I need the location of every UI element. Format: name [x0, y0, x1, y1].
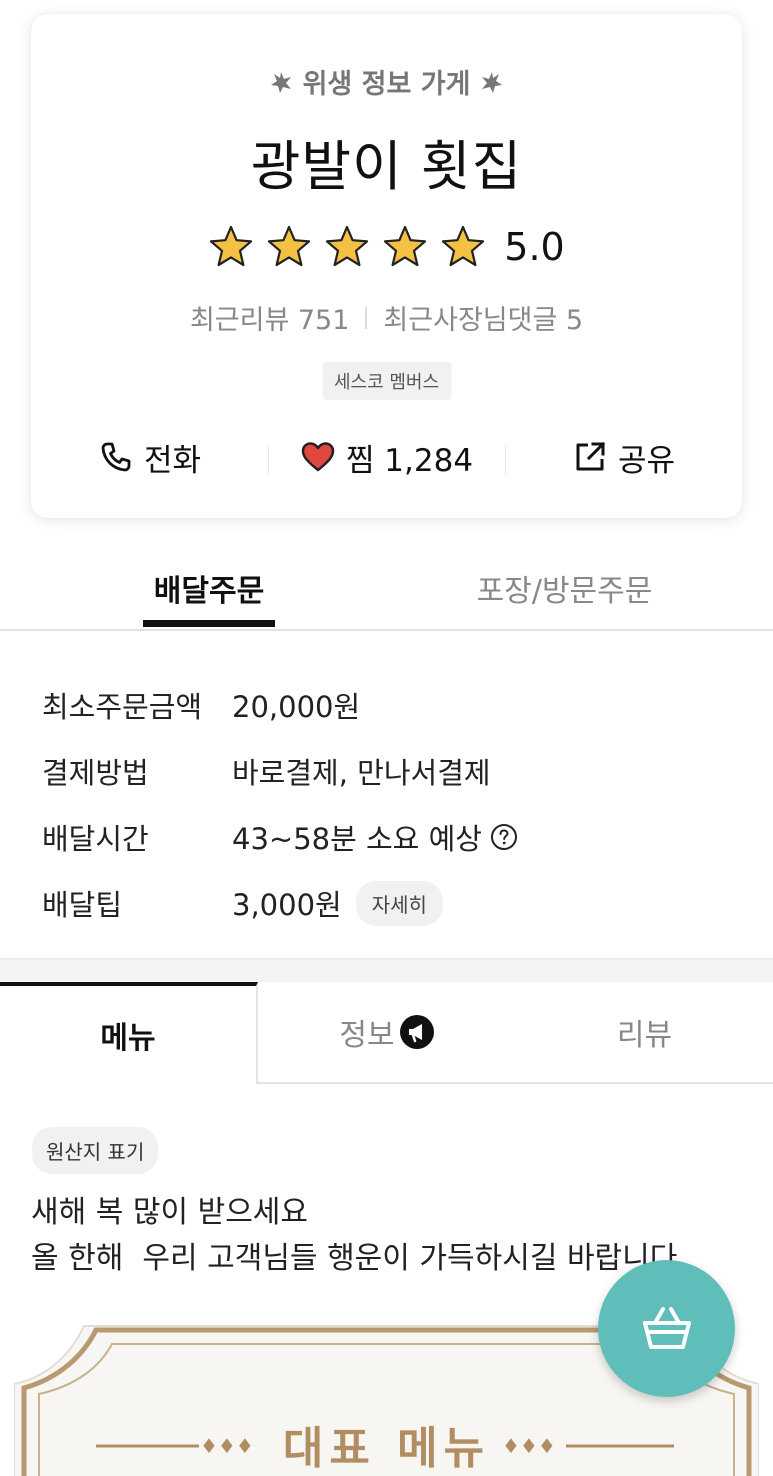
phone-icon	[101, 442, 131, 472]
delivery-time-row: 배달시간 43~58분 소요 예상	[42, 804, 742, 870]
order-type-tabs: 배달주문 포장/방문주문	[0, 548, 773, 631]
hygiene-label-text: 위생 정보 가게	[302, 69, 471, 100]
heart-icon	[301, 442, 335, 472]
share-button[interactable]: 공유	[505, 435, 742, 480]
call-button[interactable]: 전화	[31, 435, 268, 480]
info-value: 3,000원	[232, 888, 342, 922]
payment-method-row: 결제방법 바로결제, 만나서결제	[42, 738, 742, 804]
basket-icon	[642, 1306, 691, 1349]
rating-stars	[208, 224, 486, 270]
content-tabs: 메뉴 정보 리뷰	[0, 982, 773, 1084]
review-stats[interactable]: 최근리뷰 751 최근사장님댓글 5	[31, 298, 742, 337]
like-count: 찜 1,284	[345, 442, 474, 479]
share-label: 공유	[617, 442, 676, 479]
sesco-members-badge: 세스코 멤버스	[321, 362, 452, 400]
representative-menu-title: 대표 메뉴	[282, 1423, 491, 1474]
store-notice: 새해 복 많이 받으세요 올 한해 우리 고객님들 행운이 가득하시길 바랍니다	[31, 1190, 731, 1282]
info-value: 20,000원	[232, 690, 361, 724]
tab-menu[interactable]: 메뉴	[0, 982, 258, 1084]
megaphone-icon	[399, 1015, 434, 1049]
star-icon	[384, 225, 427, 267]
tab-review[interactable]: 리뷰	[516, 982, 773, 1084]
delivery-info-list: 최소주문금액 20,000원 결제방법 바로결제, 만나서결제 배달시간 43~…	[42, 672, 742, 936]
tab-review-label: 리뷰	[616, 1018, 673, 1053]
tab-pickup-order[interactable]: 포장/방문주문	[462, 566, 667, 610]
cart-button[interactable]	[598, 1260, 735, 1397]
help-circle-icon[interactable]	[490, 823, 518, 851]
owner-replies-count: 최근사장님댓글 5	[383, 305, 584, 336]
like-button[interactable]: 찜 1,284	[268, 435, 505, 480]
rating-row: 5.0	[31, 224, 742, 270]
star-icon	[442, 225, 485, 267]
leaf-left-icon	[270, 71, 291, 93]
store-card: 위생 정보 가게 광발이 횟집 5.0 최근리뷰 751 최근사장님댓글 5 세…	[31, 14, 742, 518]
tab-menu-label: 메뉴	[100, 1021, 156, 1056]
star-icon	[268, 225, 311, 267]
info-value-wrap: 3,000원 자세히	[232, 880, 443, 926]
info-value-wrap: 43~58분 소요 예상	[232, 816, 518, 858]
share-icon	[576, 441, 606, 471]
store-name: 광발이 횟집	[250, 135, 523, 198]
star-icon	[326, 225, 369, 267]
min-order-row: 최소주문금액 20,000원	[42, 672, 742, 738]
leaf-right-icon	[482, 71, 503, 93]
rating-value: 5.0	[504, 225, 565, 269]
call-label: 전화	[143, 442, 202, 479]
notice-line: 새해 복 많이 받으세요	[31, 1195, 309, 1230]
detail-button[interactable]: 자세히	[355, 880, 443, 926]
hygiene-info-label[interactable]: 위생 정보 가게	[31, 62, 742, 101]
info-value: 43~58분 소요 예상	[232, 822, 482, 856]
info-label: 최소주문금액	[42, 690, 203, 724]
delivery-tip-row: 배달팁 3,000원 자세히	[42, 870, 742, 936]
info-label: 결제방법	[42, 756, 149, 790]
origin-label-button[interactable]: 원산지 표기	[32, 1127, 159, 1174]
info-label: 배달팁	[42, 888, 123, 922]
tab-info-label: 정보	[339, 1018, 395, 1053]
info-value: 바로결제, 만나서결제	[232, 756, 491, 790]
info-label: 배달시간	[42, 822, 149, 856]
star-icon	[210, 225, 253, 267]
tab-info[interactable]: 정보	[258, 982, 516, 1084]
recent-reviews-count: 최근리뷰 751	[189, 305, 350, 336]
store-actions: 전화 찜 1,284 공유	[31, 432, 742, 482]
section-divider	[0, 958, 773, 982]
divider	[365, 306, 368, 329]
tab-delivery-order[interactable]: 배달주문	[143, 566, 275, 627]
